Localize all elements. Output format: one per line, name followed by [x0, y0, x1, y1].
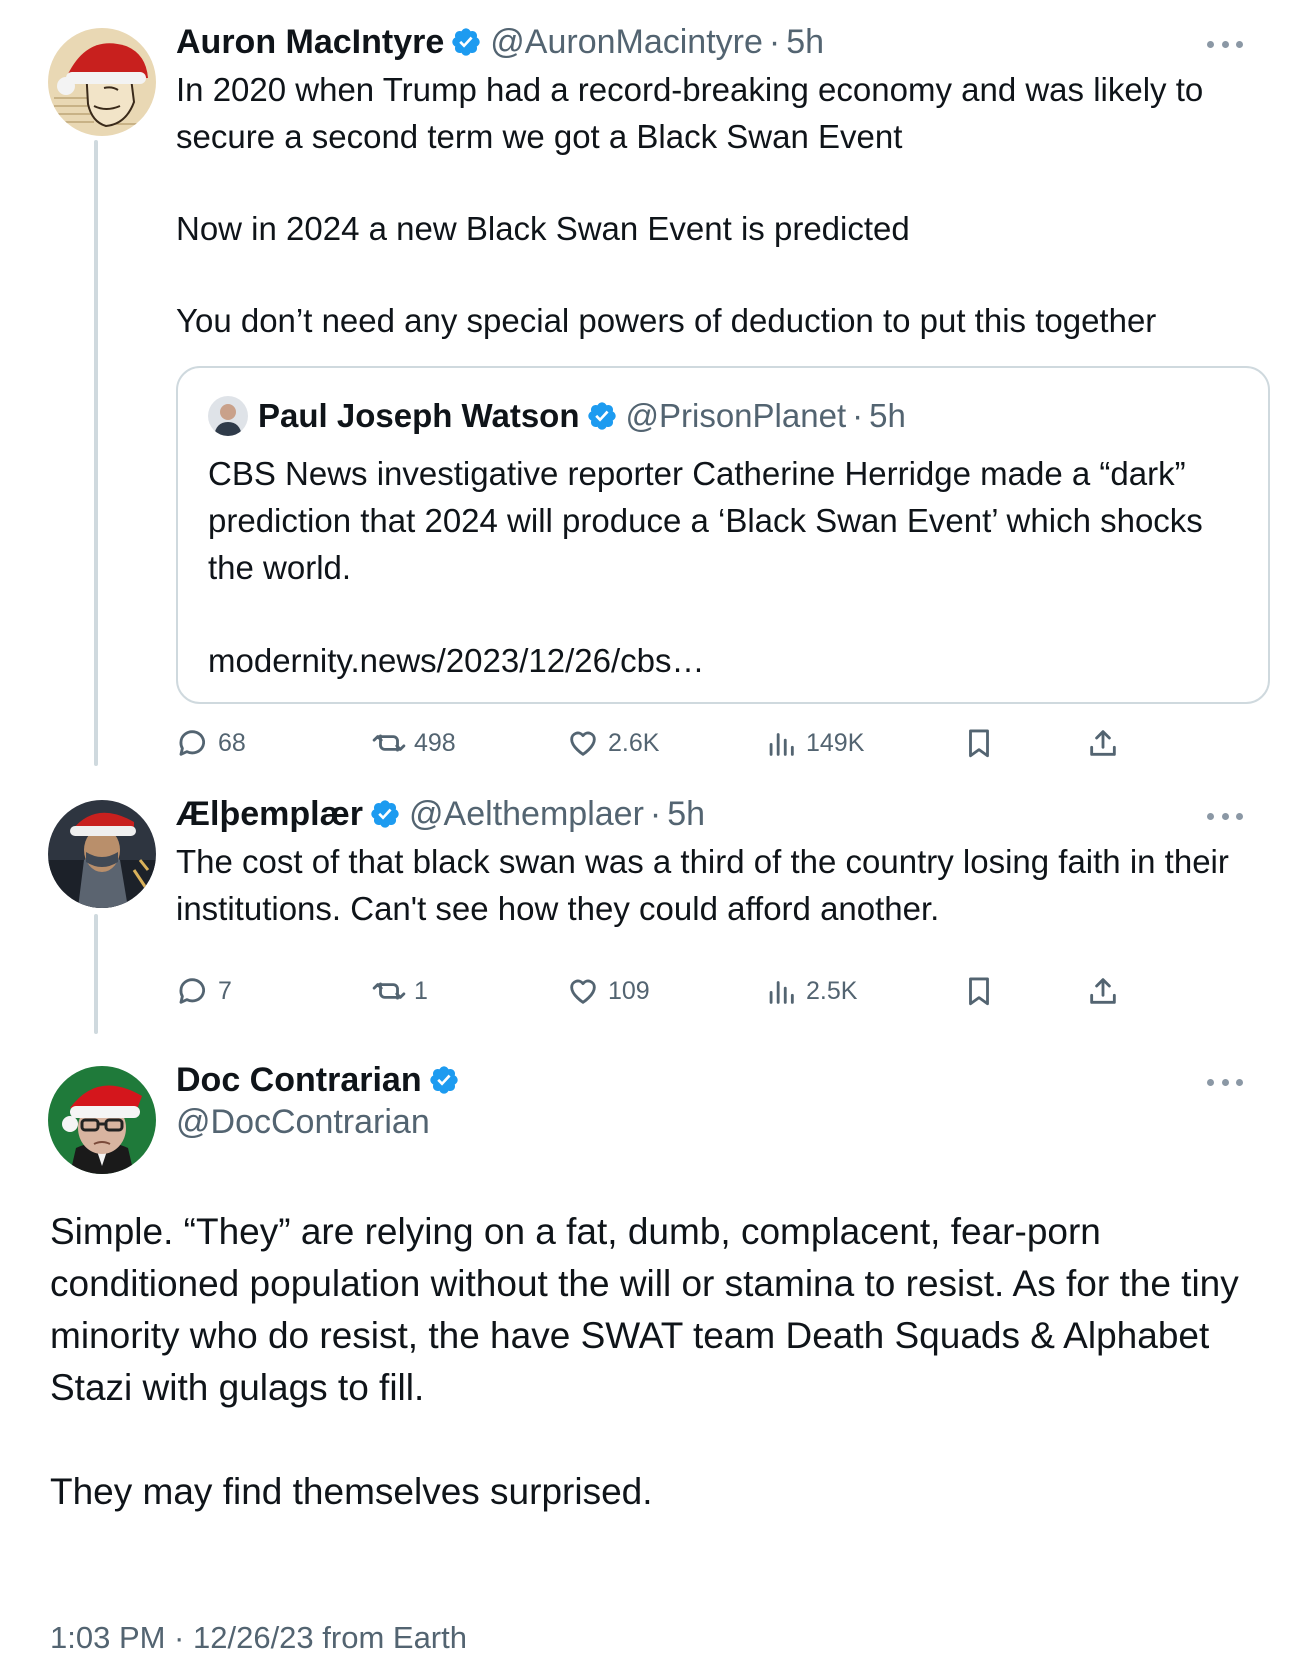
- thread-line: [94, 140, 98, 766]
- tweet-actions: 68 498 2.6K 149K: [176, 726, 1156, 766]
- verified-badge-icon: [369, 798, 401, 830]
- username[interactable]: @AuronMacintyre: [490, 22, 763, 62]
- repost-count: 1: [414, 976, 428, 1005]
- username-row: @DocContrarian: [176, 1102, 430, 1142]
- quoted-display-name: Paul Joseph Watson: [258, 397, 580, 434]
- reply-button[interactable]: 7: [176, 974, 232, 1008]
- username[interactable]: @Aelthemplaer: [409, 794, 644, 834]
- verified-badge-icon: [450, 26, 482, 58]
- quoted-paragraph: CBS News investigative reporter Catherin…: [208, 455, 1203, 586]
- more-icon[interactable]: [1207, 1076, 1243, 1088]
- like-button[interactable]: 2.6K: [566, 726, 659, 760]
- tweet-text: Simple. “They” are relying on a fat, dum…: [50, 1206, 1250, 1518]
- views-icon: [769, 733, 794, 756]
- reply-button[interactable]: 68: [176, 726, 246, 760]
- bookmark-icon: [969, 729, 989, 758]
- quoted-link[interactable]: modernity.news/2023/12/26/cbs…: [208, 637, 1238, 684]
- reply-count: 68: [218, 728, 246, 757]
- bookmark-button[interactable]: [962, 974, 1004, 1008]
- tweet-paragraph: In 2020 when Trump had a record-breaking…: [176, 71, 1204, 155]
- view-count: 2.5K: [806, 976, 858, 1005]
- quoted-username: @PrisonPlanet: [625, 397, 847, 434]
- views-button[interactable]: 149K: [764, 726, 864, 760]
- repost-button[interactable]: 498: [372, 726, 456, 760]
- quoted-tweet-text: CBS News investigative reporter Catherin…: [208, 450, 1238, 684]
- tweet-paragraph: Simple. “They” are relying on a fat, dum…: [50, 1211, 1239, 1408]
- share-button[interactable]: [1086, 726, 1128, 760]
- tweet-header: Ælþemplær @Aelthemplaer · 5h: [176, 794, 705, 834]
- share-button[interactable]: [1086, 974, 1128, 1008]
- tweet-text: In 2020 when Trump had a record-breaking…: [176, 66, 1256, 344]
- tweet-paragraph: You don’t need any special powers of ded…: [176, 302, 1157, 339]
- heart-icon: [570, 731, 596, 756]
- separator-dot: ·: [768, 23, 781, 61]
- view-count: 149K: [806, 728, 865, 757]
- reply-icon: [179, 978, 206, 1004]
- reply-icon: [179, 730, 206, 756]
- tweet-paragraph: They may find themselves surprised.: [50, 1471, 653, 1512]
- tweet-text: The cost of that black swan was a third …: [176, 838, 1256, 932]
- share-icon: [1090, 730, 1116, 756]
- tweet-header: Doc Contrarian: [176, 1060, 468, 1100]
- share-icon: [1090, 978, 1116, 1004]
- verified-badge-icon: [586, 400, 618, 432]
- avatar-auron[interactable]: [48, 28, 156, 136]
- more-icon[interactable]: [1207, 810, 1243, 822]
- repost-button[interactable]: 1: [372, 974, 428, 1008]
- views-icon: [769, 981, 794, 1004]
- display-name[interactable]: Ælþemplær: [176, 794, 363, 834]
- quoted-timestamp: 5h: [869, 397, 906, 434]
- username[interactable]: @DocContrarian: [176, 1102, 430, 1142]
- avatar-doc-contrarian[interactable]: [48, 1066, 156, 1174]
- more-icon[interactable]: [1207, 38, 1243, 50]
- tweet-actions: 7 1 109 2.5K: [176, 974, 1156, 1014]
- tweet-meta: 1:03 PM · 12/26/23 from Earth: [50, 1620, 467, 1655]
- bookmark-button[interactable]: [962, 726, 1004, 760]
- bookmark-icon: [969, 977, 989, 1006]
- repost-count: 498: [414, 728, 456, 757]
- timestamp[interactable]: 5h: [786, 22, 824, 62]
- avatar-aelthemplaer[interactable]: [48, 800, 156, 908]
- avatar-paul-joseph-watson: [208, 396, 248, 436]
- views-button[interactable]: 2.5K: [764, 974, 857, 1008]
- repost-icon: [372, 982, 406, 1000]
- repost-icon: [372, 734, 406, 752]
- verified-badge-icon: [428, 1064, 460, 1096]
- like-count: 109: [608, 976, 650, 1005]
- tweet-header: Auron MacIntyre @AuronMacintyre · 5h: [176, 22, 824, 62]
- heart-icon: [570, 979, 596, 1004]
- display-name[interactable]: Doc Contrarian: [176, 1060, 422, 1100]
- like-button[interactable]: 109: [566, 974, 650, 1008]
- separator-dot: ·: [649, 795, 662, 833]
- quoted-tweet[interactable]: Paul Joseph Watson @PrisonPlanet · 5h CB…: [176, 366, 1270, 704]
- timestamp[interactable]: 5h: [667, 794, 705, 834]
- tweet-paragraph: The cost of that black swan was a third …: [176, 843, 1229, 927]
- display-name[interactable]: Auron MacIntyre: [176, 22, 444, 62]
- separator-dot: ·: [852, 397, 864, 434]
- tweet-paragraph: Now in 2024 a new Black Swan Event is pr…: [176, 210, 910, 247]
- thread-line: [94, 914, 98, 1034]
- like-count: 2.6K: [608, 728, 660, 757]
- reply-count: 7: [218, 976, 232, 1005]
- quoted-tweet-header: Paul Joseph Watson @PrisonPlanet · 5h: [208, 396, 906, 436]
